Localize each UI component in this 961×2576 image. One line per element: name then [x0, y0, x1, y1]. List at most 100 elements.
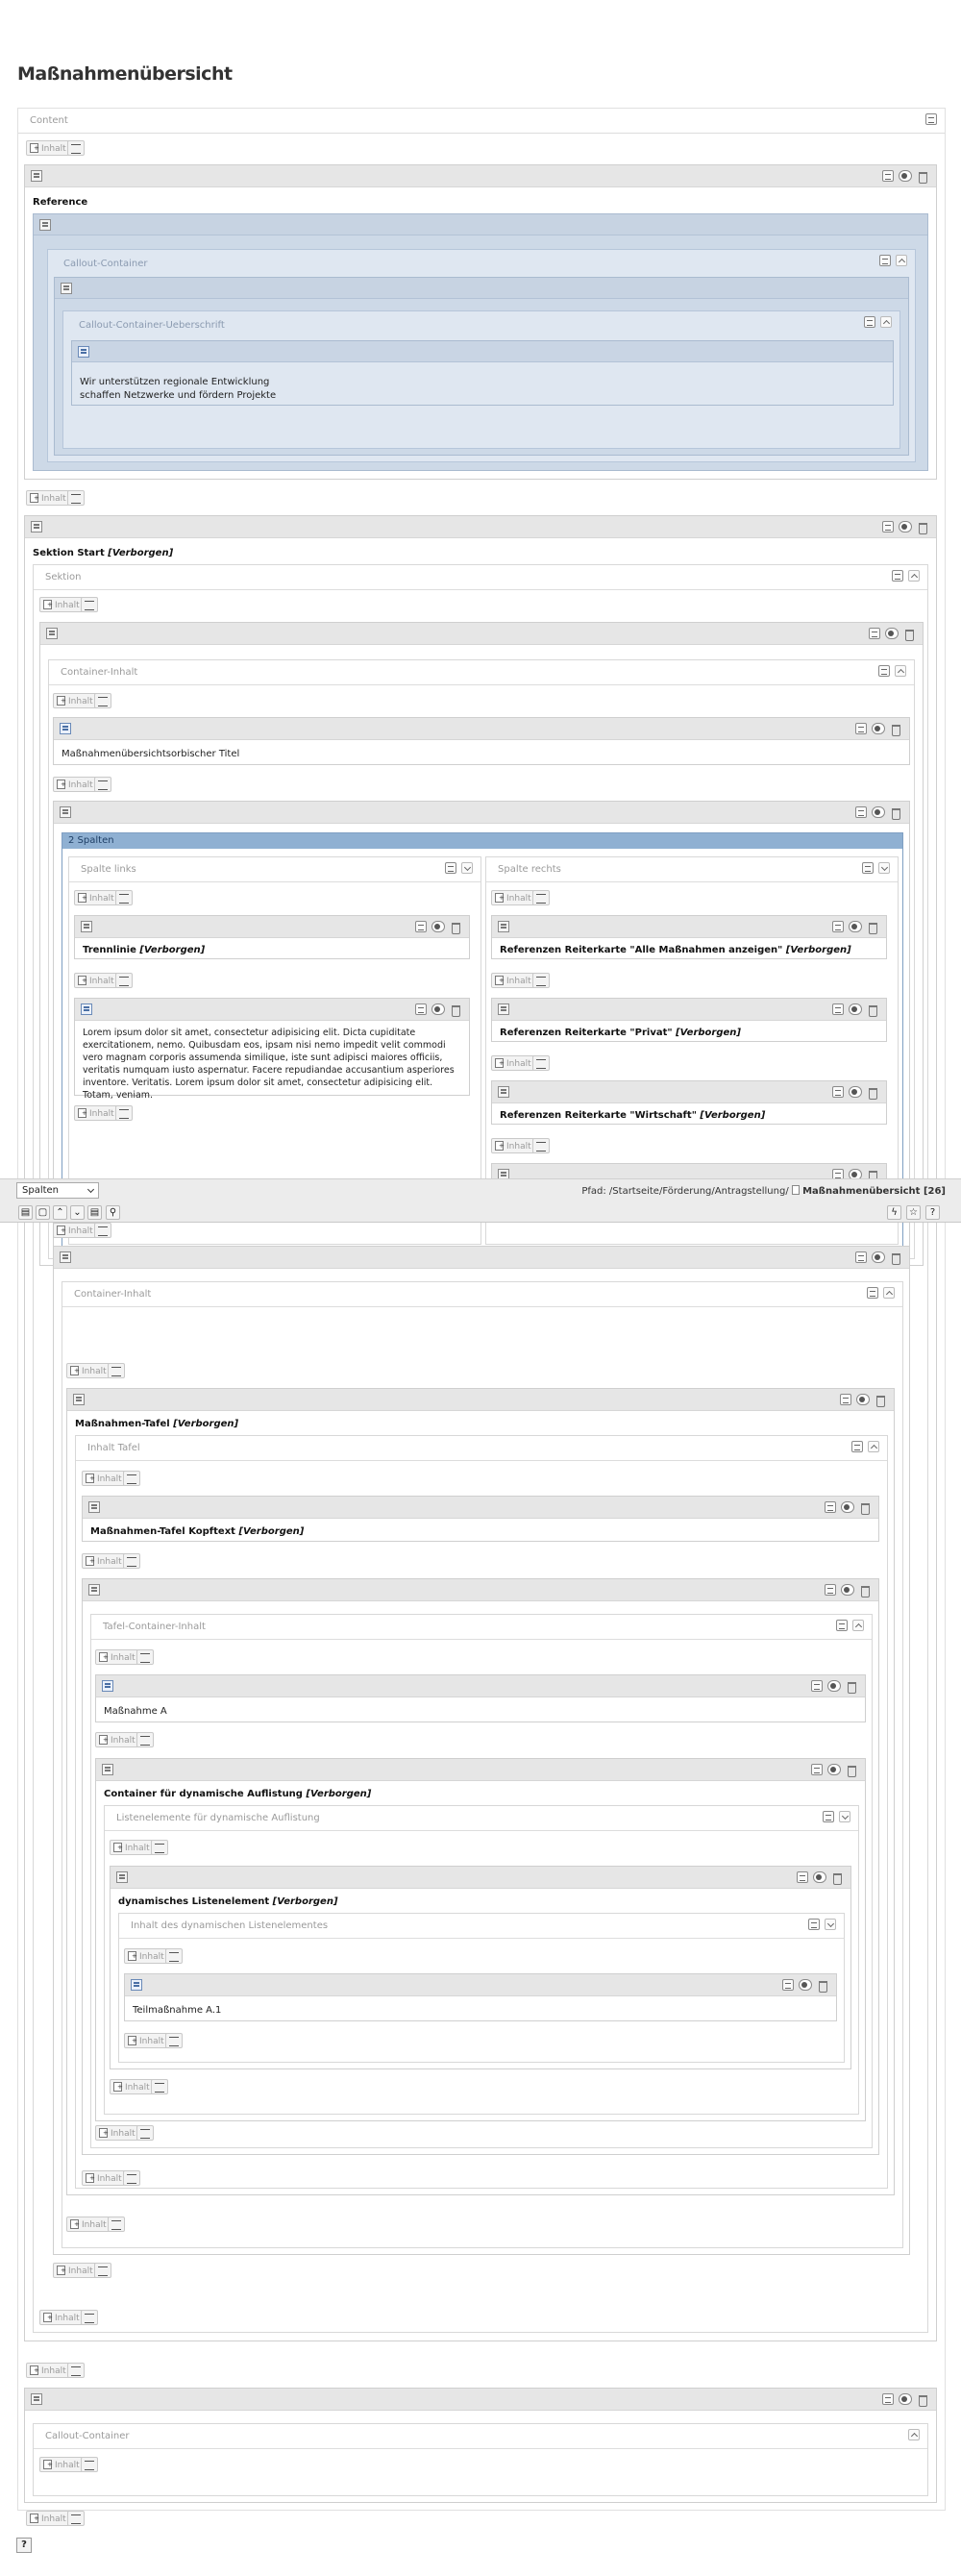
toggle-visibility-icon[interactable] — [431, 1003, 445, 1015]
paste-button[interactable] — [67, 2511, 85, 2526]
delete-icon[interactable] — [831, 1871, 843, 1885]
new-content-button[interactable]: Inhalt — [491, 890, 535, 905]
paste-button[interactable] — [94, 777, 111, 792]
edit-icon[interactable] — [879, 255, 891, 266]
toggle-visibility-icon[interactable] — [849, 1003, 862, 1015]
help-button[interactable]: ? — [16, 2538, 32, 2553]
delete-icon[interactable] — [890, 723, 901, 736]
delete-icon[interactable] — [917, 521, 928, 534]
new-content-button[interactable]: Inhalt — [74, 1105, 118, 1121]
chevron-up-icon[interactable]: ⌃ — [53, 1205, 67, 1220]
new-content-button[interactable]: Inhalt — [491, 1138, 535, 1153]
new-content-button[interactable]: Inhalt — [124, 1948, 168, 1964]
paste-button[interactable] — [67, 140, 85, 156]
paste-button[interactable] — [165, 2033, 183, 2048]
paste-button[interactable] — [136, 2125, 154, 2141]
edit-icon[interactable] — [851, 1441, 863, 1452]
delete-icon[interactable] — [859, 1584, 871, 1598]
edit-icon[interactable] — [855, 723, 867, 734]
toggle-visibility-icon[interactable] — [849, 921, 862, 932]
chevron-up-icon[interactable] — [895, 665, 906, 677]
edit-icon[interactable] — [867, 1287, 878, 1299]
chevron-up-icon[interactable] — [883, 1287, 895, 1299]
edit-icon[interactable] — [836, 1620, 848, 1631]
toggle-visibility-icon[interactable] — [841, 1501, 854, 1513]
paste-button[interactable] — [67, 490, 85, 506]
paste-button[interactable] — [94, 693, 111, 708]
paste-button[interactable] — [151, 2079, 168, 2094]
edit-icon[interactable] — [823, 1811, 834, 1822]
new-content-button[interactable]: Inhalt — [66, 1363, 111, 1378]
paste-button[interactable] — [136, 1732, 154, 1747]
delete-icon[interactable] — [917, 2393, 928, 2407]
paste-button[interactable] — [123, 1471, 140, 1486]
delete-icon[interactable] — [846, 1680, 857, 1694]
toggle-visibility-icon[interactable] — [856, 1394, 870, 1405]
edit-icon[interactable] — [825, 1584, 836, 1596]
delete-icon[interactable] — [890, 806, 901, 820]
new-content-button[interactable]: Inhalt — [491, 973, 535, 988]
new-content-button[interactable]: Inhalt — [95, 2125, 139, 2141]
new-content-button[interactable]: Inhalt — [110, 2079, 154, 2094]
edit-icon[interactable] — [855, 806, 867, 818]
paste-button[interactable] — [81, 597, 98, 612]
new-content-button[interactable]: Inhalt — [53, 1223, 97, 1238]
view-mode-select[interactable]: Spalten — [16, 1182, 99, 1199]
edit-icon[interactable] — [832, 921, 844, 932]
paste-button[interactable] — [136, 1649, 154, 1665]
paste-button[interactable] — [123, 2170, 140, 2186]
chevron-down-icon[interactable] — [839, 1811, 850, 1822]
paste-button[interactable] — [81, 2457, 98, 2472]
delete-icon[interactable] — [450, 921, 461, 934]
chevron-down-icon[interactable]: ⌄ — [70, 1205, 85, 1220]
delete-icon[interactable] — [867, 1086, 878, 1100]
paste-button[interactable] — [81, 2310, 98, 2325]
help-icon[interactable]: ? — [925, 1205, 940, 1220]
new-content-button[interactable]: Inhalt — [74, 973, 118, 988]
chevron-down-icon[interactable] — [825, 1919, 836, 1930]
new-content-button[interactable]: Inhalt — [53, 777, 97, 792]
new-content-button[interactable]: Inhalt — [53, 2263, 97, 2278]
chevron-up-icon[interactable] — [908, 2429, 920, 2440]
search-icon[interactable]: ⚲ — [106, 1205, 120, 1220]
chevron-up-icon[interactable] — [896, 255, 907, 266]
view-icon[interactable]: ▤ — [18, 1205, 33, 1220]
new-content-button[interactable]: Inhalt — [39, 597, 84, 612]
toggle-visibility-icon[interactable] — [813, 1871, 826, 1883]
new-content-button[interactable]: Inhalt — [82, 2170, 126, 2186]
new-content-button[interactable]: Inhalt — [39, 2457, 84, 2472]
edit-icon[interactable] — [832, 1003, 844, 1015]
toggle-visibility-icon[interactable] — [872, 1251, 885, 1263]
new-content-button[interactable]: Inhalt — [74, 890, 118, 905]
paste-button[interactable] — [532, 1055, 550, 1071]
page-new-icon[interactable]: ▢ — [36, 1205, 50, 1220]
paste-button[interactable] — [123, 1553, 140, 1569]
edit-icon[interactable] — [811, 1764, 823, 1775]
toggle-visibility-icon[interactable] — [827, 1764, 841, 1775]
edit-icon[interactable] — [415, 1003, 427, 1015]
new-content-button[interactable]: Inhalt — [95, 1649, 139, 1665]
edit-icon[interactable] — [808, 1919, 820, 1930]
toggle-visibility-icon[interactable] — [827, 1680, 841, 1692]
new-content-button[interactable]: Inhalt — [39, 2310, 84, 2325]
edit-icon[interactable] — [862, 862, 874, 874]
new-content-button[interactable]: Inhalt — [82, 1553, 126, 1569]
edit-icon[interactable] — [882, 2393, 894, 2405]
edit-icon[interactable] — [892, 570, 903, 582]
paste-button[interactable] — [94, 1223, 111, 1238]
edit-icon[interactable] — [797, 1871, 808, 1883]
delete-icon[interactable] — [917, 170, 928, 184]
toggle-visibility-icon[interactable] — [899, 521, 912, 533]
toggle-visibility-icon[interactable] — [885, 628, 899, 639]
new-content-button[interactable]: Inhalt — [110, 1840, 154, 1855]
edit-icon[interactable] — [878, 665, 890, 677]
edit-icon[interactable] — [882, 521, 894, 533]
paste-button[interactable] — [108, 2217, 125, 2232]
bookmark-icon[interactable]: ☆ — [906, 1205, 921, 1220]
toggle-visibility-icon[interactable] — [799, 1979, 812, 1991]
edit-icon[interactable] — [832, 1086, 844, 1098]
edit-icon[interactable] — [445, 862, 456, 874]
new-content-button[interactable]: Inhalt — [124, 2033, 168, 2048]
paste-icon[interactable]: ▤ — [87, 1205, 102, 1220]
delete-icon[interactable] — [817, 1979, 828, 1993]
